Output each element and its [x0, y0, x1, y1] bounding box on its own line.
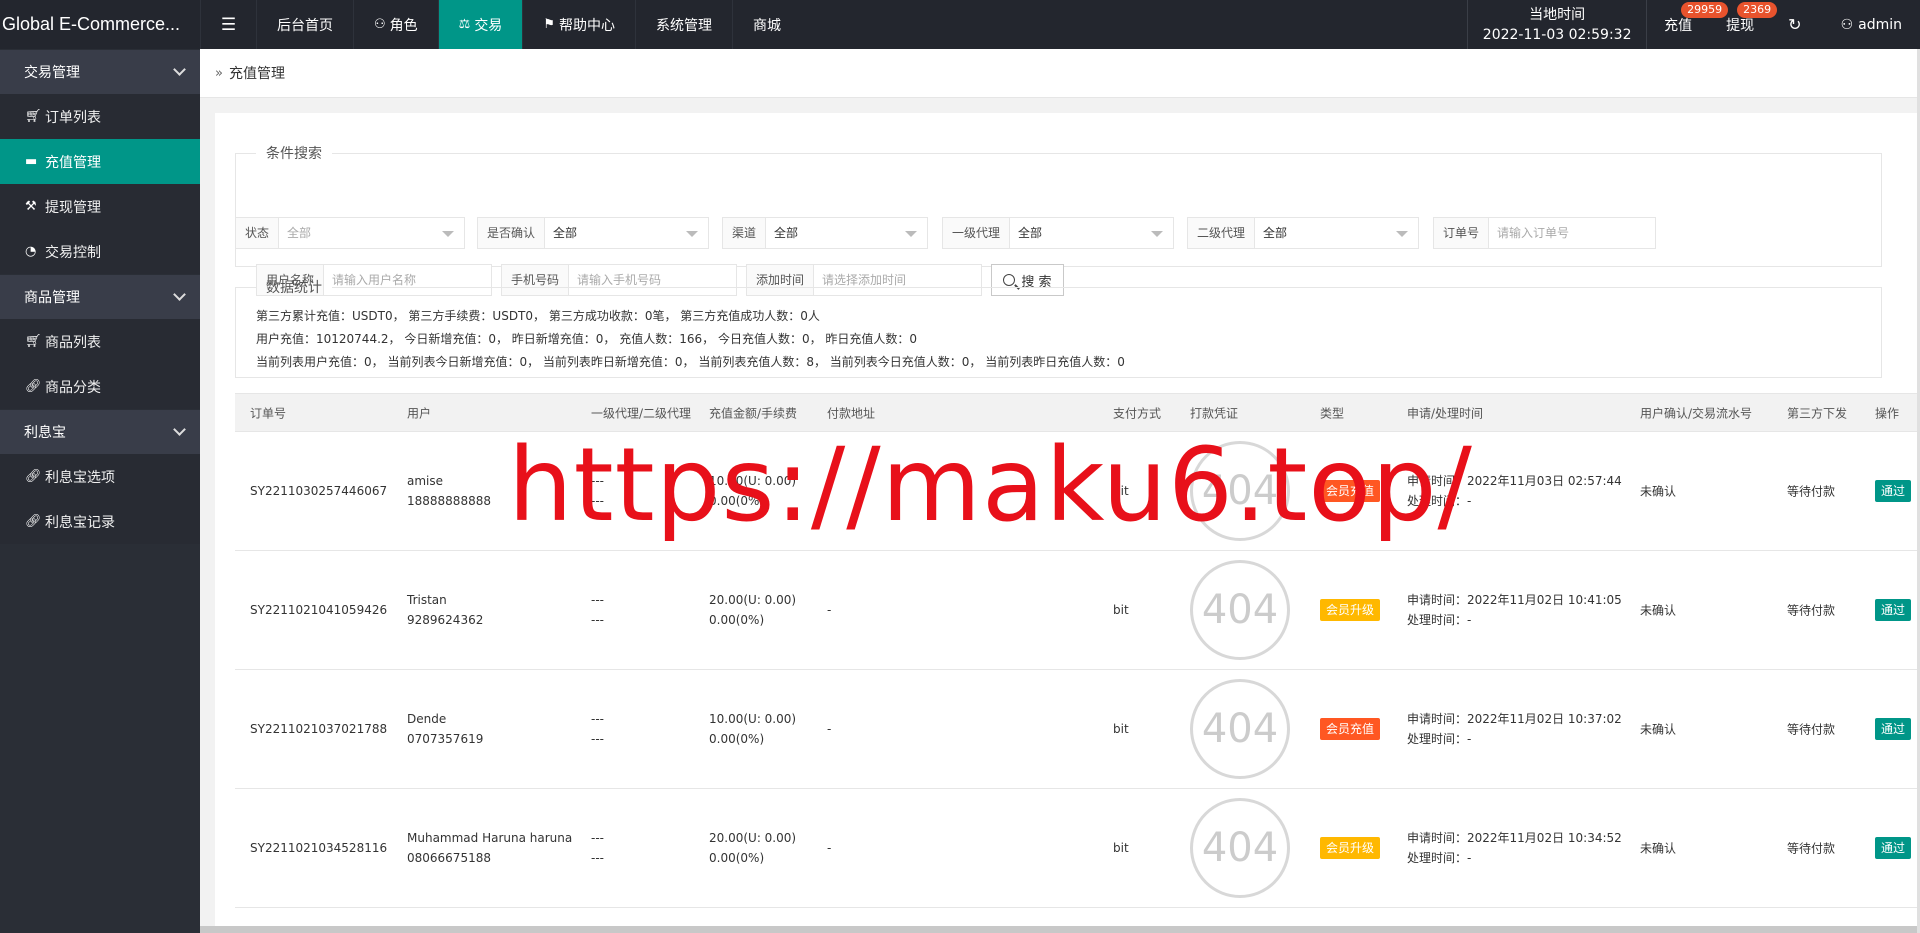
payment-proof-image[interactable]: 404 [1190, 560, 1290, 660]
caret-down-icon [442, 231, 454, 237]
status-badge: 会员升级 [1320, 837, 1381, 859]
nav-mall[interactable]: 商城 [731, 0, 801, 49]
channel-select[interactable]: 渠道 全部 [722, 217, 928, 249]
sidebar-group-interest[interactable]: 利息宝 [0, 409, 200, 454]
approve-button[interactable]: 通过 [1875, 480, 1912, 502]
stats-legend: 数据统计 [266, 280, 322, 296]
clock-value: 2022-11-03 02:59:32 [1482, 26, 1632, 43]
order-input[interactable] [1489, 218, 1655, 248]
link-icon: 🔗︎ [25, 379, 42, 394]
top-bar: Global E-Commerce... ☰ 后台首页 ⚇ 角色 ⚖ 交易 ⚑ 帮助中… [0, 0, 1920, 49]
gauge-icon: ◔ [25, 244, 37, 259]
sidebar-group-goods[interactable]: 商品管理 [0, 274, 200, 319]
scale-icon: ⚖ [458, 17, 471, 32]
stats-line-current-list: 当前列表用户充值：0， 当前列表今日新增充值：0， 当前列表昨日新增充值：0， … [256, 355, 1125, 369]
card-icon: ▬ [25, 154, 38, 169]
agent2-select[interactable]: 二级代理 全部 [1187, 217, 1419, 249]
menu-toggle-button[interactable]: ☰ [200, 0, 256, 49]
table-row: SY2211021041059426 Tristan 9289624362 ---… [235, 551, 1917, 670]
user-menu[interactable]: ⚇ admin [1819, 0, 1920, 49]
sidebar: 交易管理 🛒︎ 订单列表 ▬ 充值管理 ⚒ 提现管理 ◔ 交易控制 商品管理 🛒︎ 商品列… [0, 49, 200, 933]
sidebar-item-interest-options[interactable]: 🔗︎ 利息宝选项 [0, 454, 200, 499]
status-badge: 会员充值 [1320, 480, 1381, 502]
caret-down-icon [1396, 231, 1408, 237]
status-select[interactable]: 状态 全部 [235, 217, 465, 249]
nav-role[interactable]: ⚇ 角色 [353, 0, 438, 49]
table-row: SY2211030257446067 amise 18888888888 --- -… [235, 432, 1917, 551]
nav-system[interactable]: 系统管理 [634, 0, 732, 49]
stats-line-third-party: 第三方累计充值：USDT0， 第三方手续费：USDT0， 第三方成功收款：0笔，… [256, 309, 820, 323]
withdraw-link[interactable]: 提现 2369 [1709, 0, 1778, 49]
gavel-icon: ⚒ [25, 199, 37, 214]
main-content: » 充值管理 条件搜索 状态 全部 是否确认 全部 渠道 全部 一级代理 全部 … [200, 49, 1917, 933]
horizontal-scrollbar[interactable] [200, 926, 1917, 933]
table-header: 订单号 用户 一级代理/二级代理 充值金额/手续费 付款地址 支付方式 打款凭证… [235, 393, 1917, 432]
search-legend: 条件搜索 [266, 146, 322, 162]
flag-icon: ⚑ [543, 17, 555, 32]
link-icon: 🔗︎ [25, 514, 42, 529]
agent1-select[interactable]: 一级代理 全部 [942, 217, 1174, 249]
nav-home[interactable]: 后台首页 [256, 0, 353, 49]
stats-line-user: 用户充值：10120744.2， 今日新增充值：0， 昨日新增充值：0， 充值人… [256, 332, 918, 346]
breadcrumb-current[interactable]: 充值管理 [229, 63, 285, 83]
clock-label: 当地时间 [1529, 6, 1586, 23]
recharge-link[interactable]: 充值 29959 [1647, 0, 1729, 49]
table-row: SY2211021034528116 Muhammad Haruna harun… [235, 789, 1917, 908]
cart-icon: 🛒︎ [25, 334, 42, 349]
approve-button[interactable]: 通过 [1875, 718, 1912, 740]
cart-icon: 🛒︎ [25, 109, 42, 124]
caret-down-icon [905, 231, 917, 237]
nav-help[interactable]: ⚑ 帮助中心 [522, 0, 635, 49]
status-badge: 会员充值 [1320, 718, 1381, 740]
confirm-select[interactable]: 是否确认 全部 [477, 217, 709, 249]
sidebar-item-goods-list[interactable]: 🛒︎ 商品列表 [0, 319, 200, 364]
double-chevron-icon: » [215, 65, 223, 81]
sidebar-item-orders[interactable]: 🛒︎ 订单列表 [0, 94, 200, 139]
local-clock: 当地时间 2022-11-03 02:59:32 [1467, 0, 1648, 49]
link-icon: 🔗︎ [25, 469, 42, 484]
sidebar-group-trade[interactable]: 交易管理 [0, 49, 200, 94]
refresh-icon: ↻ [1788, 15, 1802, 34]
chevron-down-icon [173, 63, 186, 76]
user-icon: ⚇ [1840, 16, 1854, 33]
table-row: SY2211021037021788 Dende 0707357619 --- --… [235, 670, 1917, 789]
top-right: 当地时间 2022-11-03 02:59:32 充值 29959 提现 236… [1467, 0, 1920, 49]
caret-down-icon [1151, 231, 1163, 237]
sidebar-item-goods-category[interactable]: 🔗︎ 商品分类 [0, 364, 200, 409]
chevron-down-icon [173, 423, 186, 436]
sidebar-item-interest-records[interactable]: 🔗︎ 利息宝记录 [0, 499, 200, 544]
brand-title[interactable]: Global E-Commerce... [0, 0, 200, 49]
approve-button[interactable]: 通过 [1875, 599, 1912, 621]
user-icon: ⚇ [374, 17, 386, 32]
chevron-down-icon [173, 288, 186, 301]
sidebar-item-trade-control[interactable]: ◔ 交易控制 [0, 229, 200, 274]
payment-proof-image[interactable]: 404 [1190, 798, 1290, 898]
top-nav: ☰ 后台首页 ⚇ 角色 ⚖ 交易 ⚑ 帮助中心 系统管理 商城 [200, 0, 801, 49]
recharge-table: 订单号 用户 一级代理/二级代理 充值金额/手续费 付款地址 支付方式 打款凭证… [235, 393, 1917, 908]
hamburger-icon: ☰ [220, 14, 237, 35]
approve-button[interactable]: 通过 [1875, 837, 1912, 859]
payment-proof-image[interactable]: 404 [1190, 679, 1290, 779]
caret-down-icon [686, 231, 698, 237]
refresh-button[interactable]: ↻ [1771, 0, 1818, 49]
breadcrumb: » 充值管理 [200, 49, 1917, 98]
order-field[interactable]: 订单号 [1433, 217, 1656, 249]
payment-proof-image[interactable]: 404 [1190, 441, 1290, 541]
nav-trade[interactable]: ⚖ 交易 [437, 0, 523, 49]
content-card: 条件搜索 状态 全部 是否确认 全部 渠道 全部 一级代理 全部 二级代理 全部… [215, 113, 1917, 933]
sidebar-item-recharge[interactable]: ▬ 充值管理 [0, 139, 200, 184]
status-badge: 会员升级 [1320, 599, 1381, 621]
sidebar-item-withdraw[interactable]: ⚒ 提现管理 [0, 184, 200, 229]
